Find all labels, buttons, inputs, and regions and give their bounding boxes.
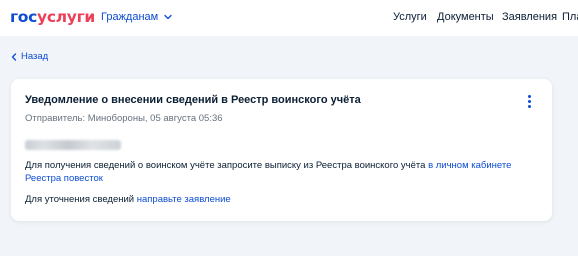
chevron-left-icon	[11, 53, 17, 61]
notification-paragraph-extract: Для получения сведений о воинском учёте …	[25, 159, 525, 185]
notification-title: Уведомление о внесении сведений в Реестр…	[25, 94, 361, 106]
logo-part-uslugi: услуги	[37, 8, 95, 26]
chevron-down-icon	[164, 14, 172, 20]
audience-selector[interactable]: Гражданам	[101, 10, 172, 24]
nav-applications[interactable]: Заявления	[502, 10, 557, 24]
logo-part-gos: гос	[10, 8, 38, 26]
notification-paragraph-clarify: Для уточнения сведений направьте заявлен…	[25, 193, 231, 206]
nav-plans[interactable]: Пла	[562, 10, 578, 24]
paragraph-extract-text: Для получения сведений о воинском учёте …	[25, 160, 429, 171]
notification-card: Уведомление о внесении сведений в Реестр…	[11, 79, 552, 221]
nav-documents[interactable]: Документы	[437, 10, 494, 24]
nav-services[interactable]: Услуги	[393, 10, 427, 24]
send-application-link[interactable]: направьте заявление	[137, 194, 231, 205]
notification-meta: Отправитель: Минобороны, 05 августа 05:3…	[25, 113, 223, 124]
back-link-label: Назад	[21, 51, 49, 62]
paragraph-clarify-text: Для уточнения сведений	[25, 194, 137, 205]
audience-label: Гражданам	[101, 11, 159, 23]
redacted-text	[25, 140, 121, 150]
back-link[interactable]: Назад	[11, 51, 48, 63]
kebab-menu-icon[interactable]	[523, 93, 535, 109]
gosuslugi-logo[interactable]: госуслуги	[10, 7, 95, 27]
top-header: госуслуги Гражданам Услуги Документы Зая…	[0, 0, 578, 36]
